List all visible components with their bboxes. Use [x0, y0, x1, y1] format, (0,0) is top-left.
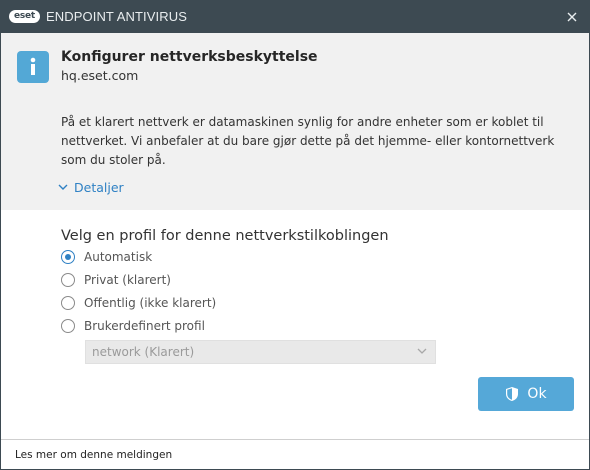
app-title: ENDPOINT ANTIVIRUS	[46, 9, 187, 24]
close-icon	[567, 12, 577, 22]
network-name: hq.eset.com	[61, 68, 139, 83]
radio-automatic[interactable]: Automatisk	[61, 250, 152, 264]
ok-button[interactable]: Ok	[478, 377, 574, 411]
radio-custom[interactable]: Brukerdefinert profil	[61, 319, 205, 333]
ok-label: Ok	[527, 386, 547, 402]
radio-label: Automatisk	[84, 250, 153, 264]
eset-logo: eset	[9, 10, 40, 23]
radio-button[interactable]	[61, 273, 75, 287]
description-text: På et klarert nettverk er datamaskinen s…	[61, 115, 555, 167]
details-toggle[interactable]: Detaljer	[58, 180, 124, 195]
profile-heading: Velg en profil for denne nettverkstilkob…	[61, 228, 389, 244]
radio-button-checked[interactable]	[61, 250, 75, 264]
radio-label: Privat (klarert)	[84, 273, 171, 287]
dialog-title: Konfigurer nettverksbeskyttelse	[61, 49, 318, 65]
title-bar: eset ENDPOINT ANTIVIRUS	[1, 1, 589, 33]
footer-divider	[1, 439, 589, 440]
radio-label: Offentlig (ikke klarert)	[84, 296, 217, 310]
info-icon	[17, 51, 49, 83]
select-value: network (Klarert)	[92, 345, 195, 359]
radio-private[interactable]: Privat (klarert)	[61, 273, 171, 287]
close-button[interactable]	[561, 7, 583, 27]
dialog-window: eset ENDPOINT ANTIVIRUS Konfigurer nettv…	[0, 0, 590, 470]
chevron-down-icon	[58, 184, 68, 190]
details-label: Detaljer	[74, 180, 124, 195]
shield-icon	[506, 387, 519, 401]
radio-button[interactable]	[61, 296, 75, 310]
chevron-down-icon	[417, 348, 427, 354]
radio-public[interactable]: Offentlig (ikke klarert)	[61, 296, 216, 310]
custom-profile-select[interactable]: network (Klarert)	[85, 340, 436, 364]
radio-button[interactable]	[61, 319, 75, 333]
learn-more-link[interactable]: Les mer om denne meldingen	[15, 449, 172, 461]
radio-label: Brukerdefinert profil	[84, 319, 205, 333]
